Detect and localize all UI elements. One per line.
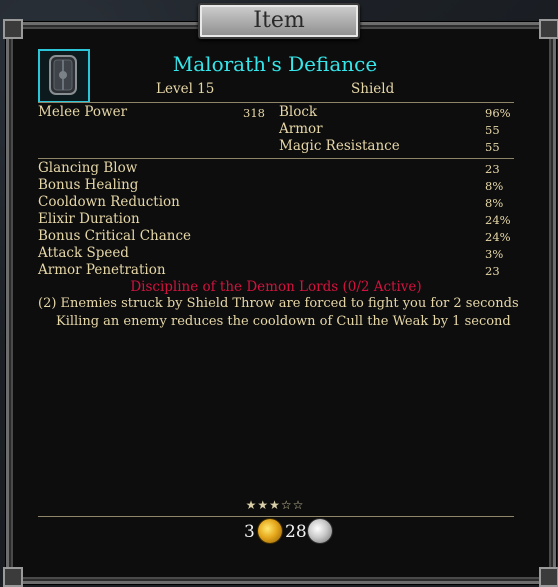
gold-amount: 3 xyxy=(244,522,255,542)
stat-value: 55 xyxy=(485,140,500,154)
item-level: Level 15 xyxy=(156,81,215,97)
stat-label: Cooldown Reduction xyxy=(38,194,180,210)
item-name: Malorath's Defiance xyxy=(172,52,378,76)
divider xyxy=(38,102,514,103)
stat-value: 24% xyxy=(485,213,511,227)
stat-label: Bonus Healing xyxy=(38,177,139,193)
stat-value: 8% xyxy=(485,196,504,210)
window-title: Item xyxy=(253,8,305,33)
stat-value: 96% xyxy=(485,106,511,120)
silver-amount: 28 xyxy=(285,522,307,542)
set-bonus-line: Killing an enemy reduces the cooldown of… xyxy=(56,314,511,329)
window-title-tab: Item xyxy=(198,3,360,39)
stat-value: 8% xyxy=(485,179,504,193)
stat-label: Melee Power xyxy=(38,104,128,120)
divider xyxy=(38,158,514,159)
stat-value: 23 xyxy=(485,162,500,176)
stat-label: Block xyxy=(279,104,318,120)
stat-label: Glancing Blow xyxy=(38,160,138,176)
item-icon-slot[interactable] xyxy=(38,49,90,103)
set-bonus-line: (2) Enemies struck by Shield Throw are f… xyxy=(38,296,519,311)
stat-value: 23 xyxy=(485,264,500,278)
stat-label: Armor xyxy=(279,121,323,137)
stat-value: 318 xyxy=(243,106,265,120)
shield-icon xyxy=(49,55,77,95)
frame-corner xyxy=(3,19,23,39)
frame-corner xyxy=(3,567,23,587)
frame-corner xyxy=(539,567,558,587)
stat-label: Bonus Critical Chance xyxy=(38,228,192,244)
rating-stars: ★★★☆☆ xyxy=(245,498,305,512)
stat-label: Armor Penetration xyxy=(38,262,166,278)
item-type: Shield xyxy=(351,81,395,97)
stat-value: 24% xyxy=(485,230,511,244)
silver-coin-icon xyxy=(308,519,332,543)
stat-label: Elixir Duration xyxy=(38,211,140,227)
stat-value: 3% xyxy=(485,247,504,261)
stat-value: 55 xyxy=(485,123,500,137)
divider xyxy=(38,516,514,517)
set-name: Discipline of the Demon Lords (0/2 Activ… xyxy=(130,279,422,295)
gold-coin-icon xyxy=(258,519,282,543)
stat-label: Attack Speed xyxy=(38,245,129,261)
stat-label: Magic Resistance xyxy=(279,138,400,154)
frame-corner xyxy=(539,19,558,39)
